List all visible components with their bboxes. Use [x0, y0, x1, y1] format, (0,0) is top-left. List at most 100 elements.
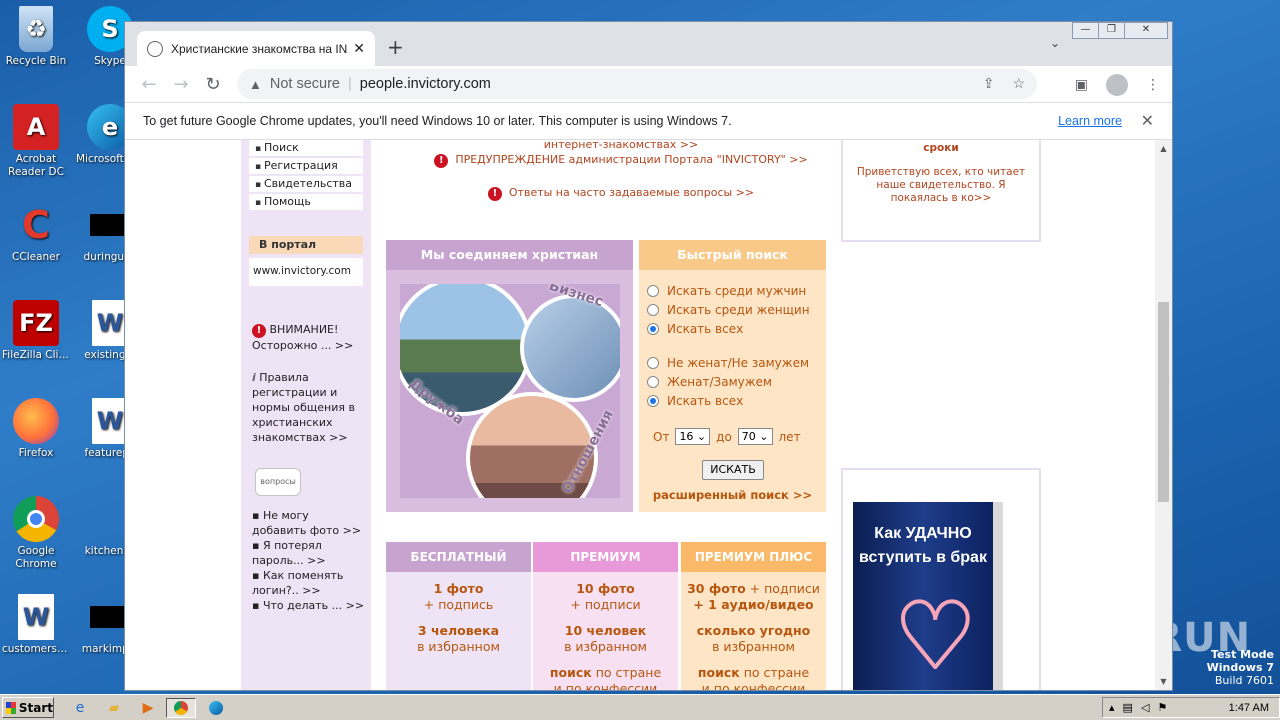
profile-avatar-icon[interactable] — [1106, 74, 1128, 96]
faq-item-text: Что делать ... >> — [262, 599, 365, 612]
browser-tab[interactable]: Христианские знакомства на INVICTORY ✕ — [137, 31, 375, 66]
reload-icon[interactable]: ↻ — [197, 74, 229, 95]
plan-photos-extra: + подписи — [749, 581, 820, 596]
plan-premium[interactable]: ПРЕМИУМ 10 фото + подписи 10 человек в изб… — [533, 542, 678, 690]
side-panel-icon[interactable]: ▣ — [1075, 77, 1088, 93]
menu-item-register[interactable]: Регистрация — [249, 158, 363, 174]
radio-search-all-gender[interactable]: Искать всех — [647, 322, 743, 336]
back-arrow-icon[interactable]: ← — [133, 74, 165, 95]
portal-link[interactable]: www.invictory.com — [249, 258, 363, 286]
plan-premium-plus[interactable]: ПРЕМИУМ ПЛЮС 30 фото + подписи + 1 аудио/… — [681, 542, 826, 690]
faq-item[interactable]: ▪ Я потерял пароль... >> — [252, 538, 366, 568]
share-icon[interactable]: ⇪ — [983, 75, 995, 92]
faq-item[interactable]: ▪ Как поменять логин?.. >> — [252, 568, 366, 598]
advanced-search-link[interactable]: расширенный поиск >> — [639, 488, 826, 502]
desktop-icon-acrobat[interactable]: A Acrobat Reader DC — [0, 104, 72, 179]
hero-collage-image: Бизнес Дружба Отношения — [400, 284, 620, 498]
faq-answers-text: Ответы на часто задаваемые вопросы >> — [508, 186, 755, 199]
minimize-button[interactable]: — — [1072, 22, 1099, 39]
desktop-icon-recycle-bin[interactable]: ♻ Recycle Bin — [0, 6, 72, 68]
chrome-taskbar-icon[interactable] — [166, 698, 196, 718]
menu-item-search[interactable]: Поиск — [249, 140, 363, 156]
age-from-label: От — [653, 429, 670, 444]
testimony-box[interactable]: сроки Приветствую всех, кто читает наше … — [841, 140, 1041, 242]
testimony-text: Приветствую всех, кто читает наше свидет… — [856, 166, 1026, 204]
bookmark-star-icon[interactable]: ☆ — [1012, 75, 1025, 92]
start-button[interactable]: Start — [2, 697, 54, 718]
page-viewport: Поиск Регистрация Свидетельства Помощь В… — [125, 140, 1156, 690]
volume-icon[interactable]: ◁ — [1141, 701, 1149, 714]
network-icon[interactable]: ▤ — [1123, 701, 1133, 714]
desktop-icon-ccleaner[interactable]: C CCleaner — [0, 202, 72, 264]
edge-taskbar-icon[interactable] — [204, 698, 228, 718]
maximize-button[interactable]: ❐ — [1098, 22, 1125, 39]
radio-label: Искать среди мужчин — [667, 284, 807, 298]
omnibox-actions: ⇪ ☆ — [983, 75, 1025, 92]
plan-search: поиск по стране и по конфессии — [533, 665, 678, 690]
menu-item-testimonies[interactable]: Свидетельства — [249, 176, 363, 192]
tab-search-chevron-icon[interactable]: ⌄ — [1050, 36, 1060, 50]
radio-search-men[interactable]: Искать среди мужчин — [647, 284, 806, 298]
portal-header: В портал — [249, 236, 363, 254]
action-center-flag-icon[interactable]: ⚑ — [1157, 701, 1167, 714]
radio-search-all-status[interactable]: Искать всех — [647, 394, 743, 408]
admin-warning-link[interactable]: ! ПРЕДУПРЕЖДЕНИЕ администрации Портала "… — [401, 153, 841, 168]
media-player-icon[interactable]: ▶ — [136, 698, 160, 718]
explorer-folder-icon[interactable]: ▰ — [102, 698, 126, 718]
radio-button[interactable] — [647, 304, 659, 316]
browser-toolbar: ← → ↻ ▲ Not secure | people.invictory.co… — [125, 66, 1172, 102]
faq-item-text: Не могу добавить фото >> — [252, 509, 362, 537]
menu-kebab-icon[interactable]: ⋮ — [1146, 77, 1160, 93]
scroll-down-arrow-icon[interactable]: ▼ — [1155, 673, 1172, 690]
radio-button[interactable] — [647, 376, 659, 388]
radio-button[interactable] — [647, 323, 659, 335]
learn-more-link[interactable]: Learn more — [1058, 114, 1122, 128]
plan-favorites-count: 3 человека — [417, 623, 500, 638]
desktop-icon-chrome[interactable]: Google Chrome — [0, 496, 72, 571]
page-scrollbar[interactable]: ▲ ▼ — [1155, 140, 1172, 690]
tray-expand-icon[interactable]: ▴ — [1109, 701, 1115, 714]
age-range: От 16 ⌄ до 70 ⌄ лет — [653, 428, 801, 445]
plan-premium-plus-body: 30 фото + подписи + 1 аудио/видео сколько… — [681, 572, 826, 690]
tab-title: Христианские знакомства на INVICTORY — [171, 41, 348, 56]
book-ad-box[interactable]: Как УДАЧНО вступить в брак ♥ И — [841, 468, 1041, 690]
plan-free[interactable]: БЕСПЛАТНЫЙ 1 фото + подпись 3 человека в и… — [386, 542, 531, 690]
radio-search-women[interactable]: Искать среди женщин — [647, 303, 810, 317]
menu-item-help[interactable]: Помощь — [249, 194, 363, 210]
desktop-icon-customerss[interactable]: W customerss... — [0, 594, 72, 656]
forward-arrow-icon[interactable]: → — [165, 74, 197, 95]
radio-single[interactable]: Не женат/Не замужем — [647, 356, 809, 370]
plan-favorites-label: в избранном — [712, 639, 795, 654]
faq-answers-link[interactable]: ! Ответы на часто задаваемые вопросы >> — [401, 186, 841, 201]
close-window-button[interactable]: ✕ — [1124, 22, 1168, 39]
attention-notice[interactable]: ! ВНИМАНИЕ! Осторожно ... >> — [252, 322, 364, 353]
announcement-link-0[interactable]: интернет-знакомствах >> — [401, 140, 841, 151]
plan-favorites: 3 человека в избранном — [386, 623, 531, 655]
radio-button[interactable] — [647, 285, 659, 297]
scroll-up-arrow-icon[interactable]: ▲ — [1155, 140, 1172, 157]
radio-button[interactable] — [647, 357, 659, 369]
radio-button[interactable] — [647, 395, 659, 407]
hero-header: Мы соединяем христиан — [386, 240, 633, 270]
rules-link[interactable]: i Правила регистрации и нормы общения в … — [252, 370, 364, 445]
rules-text: Правила регистрации и нормы общения в хр… — [252, 371, 355, 444]
close-infobar-icon[interactable]: ✕ — [1141, 111, 1154, 131]
new-tab-icon[interactable]: + — [387, 35, 404, 59]
clock[interactable]: 1:47 AM — [1229, 702, 1269, 714]
age-to-select[interactable]: 70 ⌄ — [737, 428, 773, 445]
address-bar[interactable]: ▲ Not secure | people.invictory.com ⇪ ☆ — [237, 69, 1037, 99]
desktop-icon-firefox[interactable]: Firefox — [0, 398, 72, 460]
faq-item[interactable]: ▪ Не могу добавить фото >> — [252, 508, 366, 538]
ie-taskbar-icon[interactable]: e — [68, 698, 92, 718]
desktop-icon-label: Google Chrome — [15, 545, 57, 570]
search-button[interactable]: ИСКАТЬ — [702, 460, 764, 480]
faq-item[interactable]: ▪ Что делать ... >> — [252, 598, 366, 613]
scrollbar-thumb[interactable] — [1158, 302, 1169, 502]
close-tab-icon[interactable]: ✕ — [353, 41, 365, 57]
exclamation-icon: ! — [434, 154, 449, 168]
radio-married[interactable]: Женат/Замужем — [647, 375, 772, 389]
desktop-icon-filezilla[interactable]: FZ FileZilla Client — [0, 300, 72, 362]
age-from-select[interactable]: 16 ⌄ — [675, 428, 711, 445]
test-mode-line3: Build 7601 — [1214, 674, 1274, 687]
admin-warning-text: ПРЕДУПРЕЖДЕНИЕ администрации Портала "IN… — [455, 153, 808, 166]
